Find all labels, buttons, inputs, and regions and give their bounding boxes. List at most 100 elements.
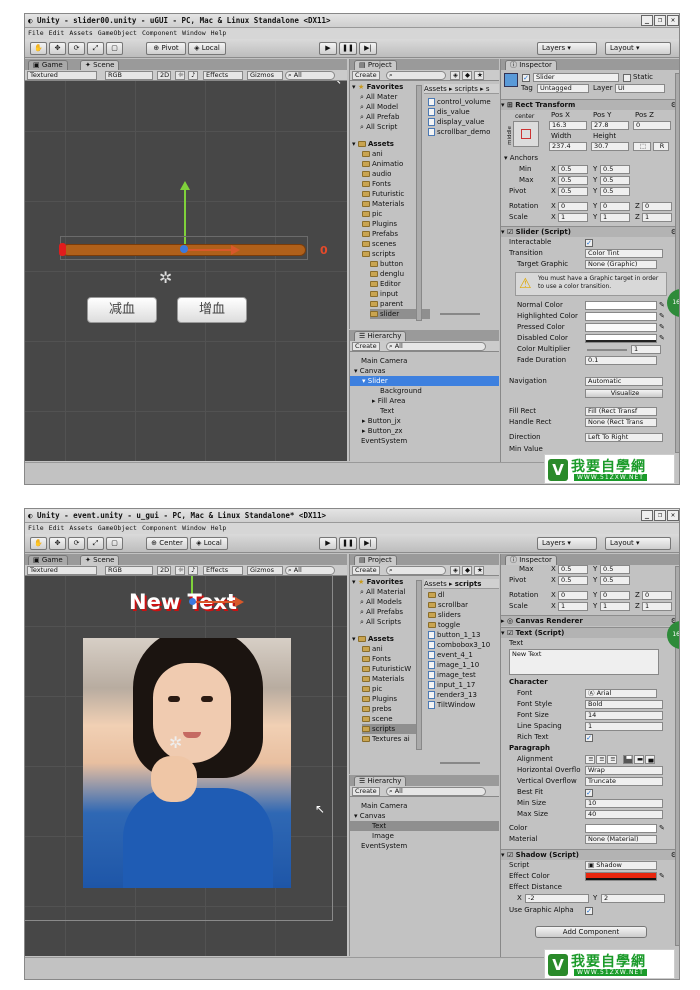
asset-folder[interactable]: pic	[362, 209, 382, 219]
color-mode-select[interactable]: RGB	[105, 71, 153, 80]
width-field[interactable]: 237.4	[549, 142, 587, 151]
asset-folder[interactable]: Textures ai	[362, 734, 410, 744]
anchor-min-x[interactable]: 0.5	[558, 165, 588, 174]
pivot-toggle[interactable]: ⊕ Pivot	[146, 42, 186, 55]
tab-hierarchy[interactable]: ☰ Hierarchy	[354, 776, 407, 786]
script-file[interactable]: event_4_1	[428, 650, 473, 660]
assets-header[interactable]: ▾ Assets	[352, 139, 394, 149]
rotation-y[interactable]: 0	[600, 202, 630, 211]
tab-game[interactable]: ▣ Game	[28, 555, 68, 565]
hierarchy-item-selected[interactable]: Text	[350, 821, 499, 831]
scale-y[interactable]: 1	[600, 602, 630, 611]
pivot-y[interactable]: 0.5	[600, 576, 630, 585]
asset-folder[interactable]: Futuristic	[362, 189, 404, 199]
raw-edit-button[interactable]: R	[653, 142, 669, 151]
minimize-button[interactable]: _	[641, 510, 653, 521]
menu-gameobject[interactable]: GameObject	[98, 29, 137, 37]
use-graphic-alpha-checkbox[interactable]: ✓	[585, 907, 593, 915]
menu-window[interactable]: Window	[182, 524, 205, 532]
rotation-y[interactable]: 0	[600, 591, 630, 600]
close-button[interactable]: ✕	[667, 510, 679, 521]
script-file[interactable]: TiltWindow	[428, 700, 475, 710]
favorite-item[interactable]: ⌕ All Script	[360, 122, 397, 132]
star-icon[interactable]: ★	[474, 566, 484, 575]
asset-folder[interactable]: scripts	[362, 249, 395, 259]
pressed-color-swatch[interactable]	[585, 323, 657, 332]
vertical-overflow-dropdown[interactable]: Truncate	[585, 777, 663, 786]
move-tool-icon[interactable]: ✥	[49, 537, 66, 550]
tab-scene[interactable]: ✦ Scene	[80, 555, 120, 565]
anchor-max-y[interactable]: 0.5	[600, 176, 630, 185]
pause-button[interactable]: ❚❚	[339, 42, 357, 55]
hierarchy-item[interactable]: Main Camera	[361, 801, 407, 811]
filter-label-icon[interactable]: ◆	[462, 566, 472, 575]
effect-color-swatch[interactable]	[585, 872, 657, 881]
color-multiplier-field[interactable]: 1	[631, 345, 661, 354]
assets-header[interactable]: ▾ Assets	[352, 634, 394, 644]
align-right-icon[interactable]: ≡	[607, 755, 617, 764]
visualize-button[interactable]: Visualize	[585, 389, 663, 398]
asset-folder[interactable]: scenes	[362, 239, 396, 249]
rotation-z[interactable]: 0	[642, 591, 672, 600]
scale-z[interactable]: 1	[642, 602, 672, 611]
scale-z[interactable]: 1	[642, 213, 672, 222]
zoom-slider[interactable]	[440, 313, 480, 315]
breadcrumb-sub[interactable]: s	[486, 85, 490, 93]
asset-folder[interactable]: Prefabs	[362, 229, 398, 239]
active-checkbox[interactable]: ✓	[522, 74, 530, 82]
asset-folder[interactable]: input	[370, 289, 398, 299]
tab-project[interactable]: ▤ Project	[354, 60, 397, 70]
favorite-item[interactable]: ⌕ All Prefab	[360, 112, 399, 122]
pivot-x[interactable]: 0.5	[558, 576, 588, 585]
breadcrumb-scripts[interactable]: scripts	[455, 85, 478, 93]
asset-folder[interactable]: denglu	[370, 269, 404, 279]
script-file[interactable]: image_1_10	[428, 660, 479, 670]
color-swatch[interactable]	[585, 824, 657, 833]
handle-rect-field[interactable]: None (Rect Trans	[585, 418, 657, 427]
color-multiplier-slider[interactable]	[587, 349, 627, 351]
rect-tool-icon[interactable]: ▢	[106, 537, 123, 550]
font-field[interactable]: Ⓐ Arial	[585, 689, 657, 698]
script-file[interactable]: image_test	[428, 670, 476, 680]
asset-folder-selected[interactable]: scripts	[362, 724, 422, 734]
static-checkbox[interactable]	[623, 74, 631, 82]
asset-folder[interactable]: Plugins	[362, 694, 397, 704]
project-tree-scrollbar[interactable]	[416, 580, 422, 750]
asset-folder[interactable]: audio	[362, 169, 391, 179]
eyedropper-icon[interactable]: ✎	[659, 334, 665, 343]
hierarchy-item[interactable]: EventSystem	[361, 436, 407, 446]
tab-project[interactable]: ▤ Project	[354, 555, 397, 565]
menu-edit[interactable]: Edit	[49, 524, 65, 532]
asset-folder[interactable]: parent	[370, 299, 403, 309]
favorite-item[interactable]: ⌕ All Material	[360, 587, 406, 597]
tag-dropdown[interactable]: Untagged	[537, 84, 589, 93]
height-field[interactable]: 30.7	[591, 142, 629, 151]
canvas-renderer-header[interactable]: ▸ ◎ Canvas Renderer ⚙	[501, 615, 679, 626]
menu-gameobject[interactable]: GameObject	[98, 524, 137, 532]
scale-tool-icon[interactable]: ⤢	[87, 537, 104, 550]
menu-component[interactable]: Component	[142, 29, 177, 37]
eyedropper-icon[interactable]: ✎	[659, 312, 665, 321]
transition-dropdown[interactable]: Color Tint	[585, 249, 663, 258]
hierarchy-search-input[interactable]: ⌕ All	[386, 342, 486, 351]
hierarchy-item[interactable]: ▾ Canvas	[354, 811, 385, 821]
favorite-item[interactable]: ⌕ All Models	[360, 597, 402, 607]
align-middle-icon[interactable]: ▬	[634, 755, 644, 764]
script-field[interactable]: ▣ Shadow	[585, 861, 657, 870]
hierarchy-item[interactable]: ▸ Button_jx	[362, 416, 401, 426]
project-search-input[interactable]: ⌕	[386, 71, 446, 80]
rect-transform-header[interactable]: ▾ ⊞ Rect Transform ⚙	[501, 99, 679, 110]
layer-dropdown[interactable]: UI	[615, 84, 665, 93]
favorite-item[interactable]: ⌕ All Model	[360, 102, 398, 112]
asset-folder[interactable]: scene	[362, 714, 393, 724]
hierarchy-item[interactable]: ▸ Fill Area	[372, 396, 405, 406]
align-center-icon[interactable]: ≡	[596, 755, 606, 764]
hierarchy-item[interactable]: Image	[372, 831, 394, 841]
render-mode-select[interactable]: Textured	[27, 566, 97, 575]
max-size-field[interactable]: 40	[585, 810, 663, 819]
scale-tool-icon[interactable]: ⤢	[87, 42, 104, 55]
breadcrumb-assets[interactable]: Assets	[424, 85, 447, 93]
navigation-dropdown[interactable]: Automatic	[585, 377, 663, 386]
play-button[interactable]: ▶	[319, 42, 337, 55]
audio-icon[interactable]: ♪	[188, 566, 198, 575]
